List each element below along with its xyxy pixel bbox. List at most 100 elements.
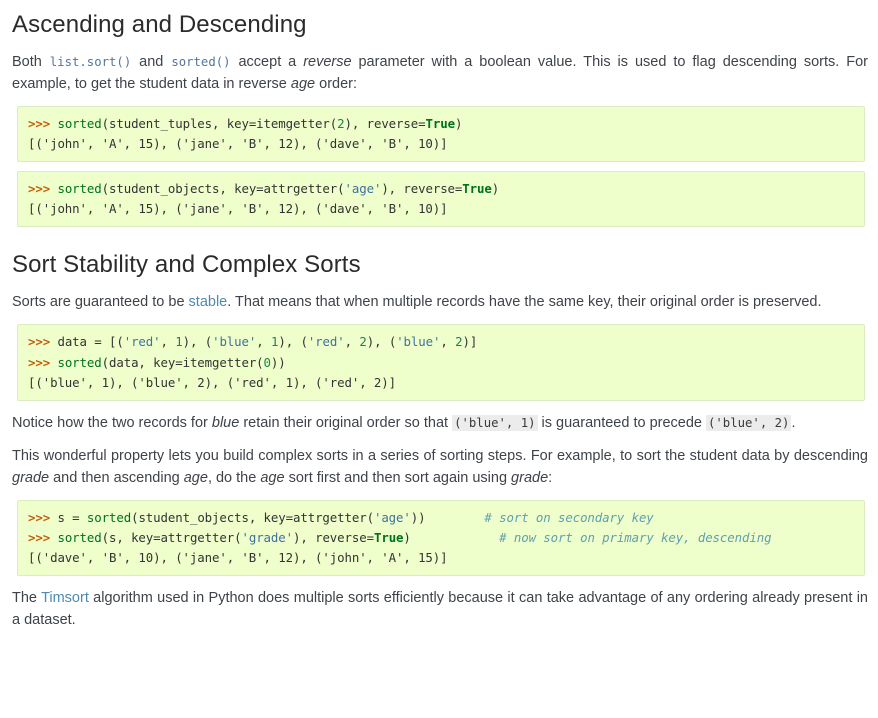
paragraph-timsort: The Timsort algorithm used in Python doe… bbox=[12, 587, 868, 631]
inline-code-blue-1: ('blue', 1) bbox=[452, 414, 538, 431]
text-fragment: and bbox=[132, 54, 171, 70]
code-fragment: ) bbox=[403, 529, 411, 545]
number-literal: 2 bbox=[337, 116, 345, 132]
prompt-marker: >>> bbox=[28, 116, 58, 132]
link-timsort[interactable]: Timsort bbox=[41, 590, 89, 606]
code-fragment: ), reverse= bbox=[344, 116, 426, 132]
code-block-sorted-objects-reverse: >>> sorted(student_objects, key=attrgett… bbox=[17, 171, 865, 228]
code-fragment: ), ( bbox=[182, 334, 213, 350]
code-spacer bbox=[426, 510, 485, 525]
code-output-line: [('blue', 1), ('blue', 2), ('red', 1), (… bbox=[28, 374, 396, 390]
inline-code-sorted: sorted() bbox=[171, 55, 231, 69]
text-fragment: This wonderful property lets you build c… bbox=[12, 447, 868, 464]
string-literal: 'red' bbox=[123, 334, 161, 350]
emphasis-reverse: reverse bbox=[303, 54, 352, 70]
text-fragment: accept a bbox=[231, 54, 304, 70]
code-fragment: (s, key=attrgetter( bbox=[101, 529, 242, 545]
code-fragment: ) bbox=[491, 181, 500, 197]
string-literal: 'age' bbox=[344, 181, 382, 197]
number-literal: 0 bbox=[263, 354, 271, 370]
text-fragment: The bbox=[12, 590, 42, 607]
emphasis-age: age bbox=[260, 469, 285, 486]
inline-code-list-sort: list.sort() bbox=[49, 55, 132, 69]
paragraph-reverse-parameter: Both list.sort() and sorted() accept a r… bbox=[12, 51, 868, 95]
code-output-line: [('john', 'A', 15), ('jane', 'B', 12), (… bbox=[28, 201, 448, 217]
text-fragment: order: bbox=[315, 76, 358, 93]
code-block-stability-demo: >>> data = [('red', 1), ('blue', 1), ('r… bbox=[17, 324, 865, 401]
string-literal: 'red' bbox=[307, 334, 345, 350]
text-fragment: . bbox=[791, 414, 796, 431]
page-title-ascending-descending: Ascending and Descending bbox=[12, 11, 307, 38]
keyword-true: True bbox=[373, 529, 404, 545]
code-fragment: (student_tuples, key=itemgetter( bbox=[101, 116, 338, 132]
string-literal: 'blue' bbox=[396, 334, 441, 350]
emphasis-age: age bbox=[290, 76, 316, 93]
prompt-marker: >>> bbox=[28, 181, 58, 197]
code-content: >>> data = [('red', 1), ('blue', 1), ('r… bbox=[28, 332, 855, 392]
builtin-sorted: sorted bbox=[57, 116, 102, 132]
prompt-marker: >>> bbox=[28, 509, 58, 525]
page-title-sort-stability: Sort Stability and Complex Sorts bbox=[12, 251, 361, 279]
code-block-sorted-tuples-reverse: >>> sorted(student_tuples, key=itemgette… bbox=[17, 106, 865, 163]
paragraph-complex-sorts: This wonderful property lets you build c… bbox=[12, 445, 868, 489]
text-fragment: retain their original order so that bbox=[239, 414, 453, 431]
emphasis-grade: grade bbox=[12, 469, 50, 486]
code-fragment: (data, key=itemgetter( bbox=[101, 354, 264, 370]
emphasis-grade: grade bbox=[511, 469, 549, 486]
paragraph-notice-order: Notice how the two records for blue reta… bbox=[12, 412, 868, 434]
text-fragment: Both bbox=[12, 54, 49, 70]
code-fragment: (student_objects, key=attrgetter( bbox=[131, 509, 374, 525]
code-fragment: , bbox=[344, 334, 360, 350]
code-block-multi-key-sort: >>> s = sorted(student_objects, key=attr… bbox=[17, 499, 865, 577]
text-fragment: and then ascending bbox=[49, 469, 184, 486]
code-output-line: [('john', 'A', 15), ('jane', 'B', 12), (… bbox=[28, 136, 448, 152]
prompt-marker: >>> bbox=[28, 354, 58, 370]
code-fragment: ), ( bbox=[366, 334, 397, 350]
builtin-sorted: sorted bbox=[86, 509, 132, 525]
code-fragment: (student_objects, key=attrgetter( bbox=[101, 181, 345, 197]
code-fragment: )] bbox=[462, 334, 478, 350]
code-fragment: ), reverse= bbox=[293, 529, 374, 545]
code-content: >>> sorted(student_objects, key=attrgett… bbox=[28, 179, 855, 219]
code-fragment: )) bbox=[410, 509, 426, 525]
text-fragment: sort first and then sort again using bbox=[284, 469, 512, 486]
text-fragment: . That means that when multiple records … bbox=[227, 294, 822, 311]
text-fragment: Notice how the two records for bbox=[12, 414, 212, 431]
code-fragment: )) bbox=[270, 354, 286, 370]
code-comment: # now sort on primary key, descending bbox=[499, 529, 772, 545]
builtin-sorted: sorted bbox=[57, 181, 102, 197]
inline-code-blue-2: ('blue', 2) bbox=[706, 414, 792, 431]
number-literal: 2 bbox=[359, 334, 367, 350]
document-body: Ascending and Descending Both list.sort(… bbox=[0, 0, 878, 631]
prompt-marker: >>> bbox=[28, 334, 58, 350]
text-fragment: Sorts are guaranteed to be bbox=[12, 294, 189, 311]
string-literal: 'age' bbox=[373, 509, 411, 525]
builtin-sorted: sorted bbox=[57, 529, 102, 545]
code-fragment: , bbox=[256, 334, 271, 350]
emphasis-blue: blue bbox=[211, 414, 240, 431]
code-fragment: , bbox=[440, 334, 456, 350]
text-fragment: , do the bbox=[207, 469, 261, 486]
code-output-line: [('dave', 'B', 10), ('jane', 'B', 12), (… bbox=[28, 550, 448, 566]
text-fragment: algorithm used in Python does multiple s… bbox=[12, 590, 868, 629]
prompt-marker: >>> bbox=[28, 529, 58, 545]
code-content: >>> s = sorted(student_objects, key=attr… bbox=[28, 508, 855, 568]
number-literal: 1 bbox=[175, 334, 183, 350]
emphasis-age: age bbox=[183, 469, 208, 486]
code-spacer bbox=[411, 530, 499, 545]
keyword-true: True bbox=[462, 181, 492, 197]
code-fragment: ), ( bbox=[278, 334, 308, 350]
link-stable[interactable]: stable bbox=[189, 294, 228, 310]
keyword-true: True bbox=[425, 116, 455, 132]
code-fragment: data = [( bbox=[57, 334, 124, 350]
string-literal: 'grade' bbox=[241, 529, 293, 545]
text-fragment: is guaranteed to precede bbox=[537, 414, 706, 431]
builtin-sorted: sorted bbox=[57, 354, 102, 370]
code-fragment: s = bbox=[57, 509, 87, 525]
code-content: >>> sorted(student_tuples, key=itemgette… bbox=[28, 114, 855, 154]
text-fragment: : bbox=[548, 469, 553, 486]
paragraph-stability: Sorts are guaranteed to be stable. That … bbox=[12, 291, 868, 313]
code-fragment: , bbox=[160, 334, 176, 350]
string-literal: 'blue' bbox=[212, 334, 257, 350]
code-fragment: ) bbox=[454, 116, 463, 132]
